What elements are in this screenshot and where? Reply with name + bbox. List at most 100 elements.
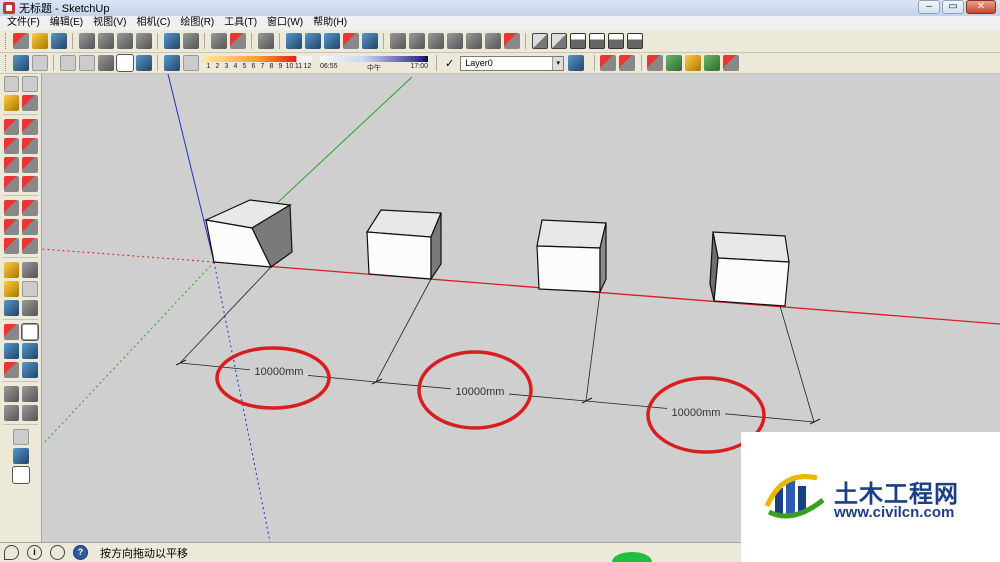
save-icon[interactable] xyxy=(50,33,67,49)
section-plane-tool-icon[interactable] xyxy=(22,404,38,421)
location-icon[interactable] xyxy=(12,428,29,445)
model-info-icon[interactable] xyxy=(229,33,246,49)
shaded-textures-icon[interactable] xyxy=(115,54,134,72)
back-view-icon[interactable] xyxy=(607,33,624,49)
time-slider[interactable]: 06:55 中午 17:00 xyxy=(320,54,428,72)
drape-icon[interactable] xyxy=(465,33,482,49)
layer-visible-check-icon[interactable]: ✓ xyxy=(445,57,454,70)
undo-icon[interactable] xyxy=(163,33,180,49)
zoom-window-icon[interactable] xyxy=(22,342,38,359)
push-pull-icon[interactable] xyxy=(22,199,38,216)
shaded-icon[interactable] xyxy=(97,55,114,71)
sandbox-scratch-icon[interactable] xyxy=(408,33,425,49)
maximize-button[interactable]: ▭ xyxy=(942,0,964,14)
eraser-icon[interactable] xyxy=(22,94,38,111)
circle-icon[interactable] xyxy=(3,137,19,154)
menu-draw[interactable]: 绘图(R) xyxy=(175,16,219,30)
cut-icon[interactable] xyxy=(78,33,95,49)
smoove-icon[interactable] xyxy=(427,33,444,49)
redo-icon[interactable] xyxy=(182,33,199,49)
display-cuts-icon[interactable] xyxy=(361,33,378,49)
material-icon[interactable] xyxy=(619,55,636,71)
month-gradient-bar[interactable] xyxy=(204,56,312,62)
sandbox-contours-icon[interactable] xyxy=(389,33,406,49)
warehouse-icon[interactable] xyxy=(647,55,664,71)
layer-manager-icon[interactable] xyxy=(568,55,585,71)
back-edges-icon[interactable] xyxy=(31,55,48,71)
make-component-icon[interactable] xyxy=(22,75,38,92)
display-section-icon[interactable] xyxy=(323,33,340,49)
menu-tools[interactable]: 工具(T) xyxy=(219,16,262,30)
move-icon[interactable] xyxy=(3,199,19,216)
look-around-icon[interactable] xyxy=(22,385,38,402)
iso-view-icon[interactable] xyxy=(531,33,548,49)
box-3[interactable] xyxy=(536,219,607,293)
open-folder-icon[interactable] xyxy=(31,33,48,49)
toggle-terrain-icon[interactable] xyxy=(12,447,29,464)
extension-icon[interactable] xyxy=(723,55,740,71)
flip-edge-icon[interactable] xyxy=(503,33,520,49)
front-view-icon[interactable] xyxy=(569,33,586,49)
select-arrow-icon[interactable] xyxy=(3,75,19,92)
get-models-icon[interactable] xyxy=(685,55,702,71)
two-point-arc-icon[interactable] xyxy=(22,175,38,192)
freehand-icon[interactable] xyxy=(22,137,38,154)
axes-icon[interactable] xyxy=(3,299,19,316)
rotate-icon[interactable] xyxy=(3,218,19,235)
new-file-icon[interactable] xyxy=(12,33,29,49)
walk-icon[interactable] xyxy=(3,404,19,421)
month-slider[interactable]: 1 2 3 4 5 6 7 8 9 10 11 12 xyxy=(204,54,312,72)
scale-icon[interactable] xyxy=(3,237,19,254)
position-camera-icon[interactable] xyxy=(3,385,19,402)
menu-window[interactable]: 窗口(W) xyxy=(262,16,308,30)
section-cut-icon[interactable] xyxy=(304,33,321,49)
chevron-down-icon[interactable]: ▾ xyxy=(552,56,564,70)
top-view-icon[interactable] xyxy=(550,33,567,49)
previous-view-icon[interactable] xyxy=(22,361,38,378)
add-detail-icon[interactable] xyxy=(484,33,501,49)
info-icon[interactable]: i xyxy=(27,545,42,560)
layer-dropdown[interactable]: Layer0 ▾ xyxy=(460,55,565,71)
component-icon[interactable] xyxy=(600,55,617,71)
user-account-icon[interactable] xyxy=(50,545,65,560)
menu-camera[interactable]: 相机(C) xyxy=(131,16,175,30)
follow-me-icon[interactable] xyxy=(22,218,38,235)
dimension-label-3[interactable]: 10000mm xyxy=(672,407,721,419)
line-pencil-icon[interactable] xyxy=(22,118,38,135)
paste-icon[interactable] xyxy=(116,33,133,49)
minimize-button[interactable]: – xyxy=(918,0,940,14)
menu-view[interactable]: 视图(V) xyxy=(88,16,131,30)
pan-hand-icon[interactable] xyxy=(20,322,39,341)
stamp-icon[interactable] xyxy=(446,33,463,49)
geo-location-icon[interactable] xyxy=(4,545,19,560)
box-4[interactable] xyxy=(709,231,790,307)
zoom-extents-icon[interactable] xyxy=(3,361,19,378)
box-1[interactable] xyxy=(203,199,293,268)
rectangle-icon[interactable] xyxy=(3,118,19,135)
camera-standard-icon[interactable] xyxy=(257,33,274,49)
print-icon[interactable] xyxy=(210,33,227,49)
photo-textures-icon[interactable] xyxy=(11,465,30,484)
zoom-icon[interactable] xyxy=(3,342,19,359)
orbit-icon[interactable] xyxy=(3,323,19,340)
time-gradient-bar[interactable] xyxy=(320,56,428,62)
display-shadows-icon[interactable] xyxy=(182,55,199,71)
polygon-icon[interactable] xyxy=(3,156,19,173)
copy-icon[interactable] xyxy=(97,33,114,49)
left-view-icon[interactable] xyxy=(626,33,643,49)
offset-icon[interactable] xyxy=(22,237,38,254)
box-2[interactable] xyxy=(365,209,442,281)
section-fill-icon[interactable] xyxy=(342,33,359,49)
hidden-line-icon[interactable] xyxy=(78,55,95,71)
share-model-icon[interactable] xyxy=(666,55,683,71)
right-view-icon[interactable] xyxy=(588,33,605,49)
menu-file[interactable]: 文件(F) xyxy=(2,16,45,30)
dimension-icon[interactable] xyxy=(22,261,38,278)
dimension-label-1[interactable]: 10000mm xyxy=(255,366,304,378)
wireframe-icon[interactable] xyxy=(59,55,76,71)
menu-edit[interactable]: 编辑(E) xyxy=(45,16,88,30)
arc-icon[interactable] xyxy=(22,156,38,173)
xray-icon[interactable] xyxy=(12,55,29,71)
text-tool-icon[interactable] xyxy=(21,280,38,297)
paint-bucket-icon[interactable] xyxy=(3,94,19,111)
